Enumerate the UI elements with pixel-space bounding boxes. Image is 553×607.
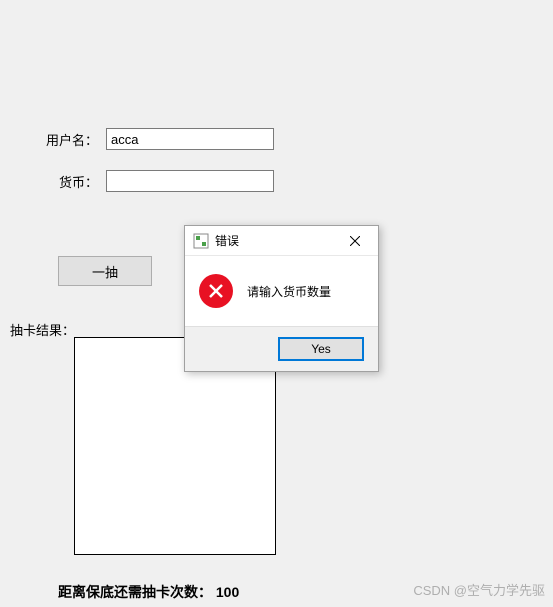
dialog-body: 请输入货币数量 (185, 256, 378, 326)
username-label: 用户名： (43, 130, 98, 149)
dialog-title: 错误 (215, 232, 336, 249)
close-icon[interactable] (336, 228, 374, 254)
currency-label: 货币： (43, 172, 98, 191)
username-input[interactable] (106, 128, 274, 150)
pity-counter-label: 距离保底还需抽卡次数： 100 (58, 582, 239, 602)
dialog-titlebar[interactable]: 错误 (185, 226, 378, 256)
watermark: CSDN @空气力学先驱 (413, 580, 545, 599)
dialog-message: 请输入货币数量 (247, 283, 331, 300)
result-label: 抽卡结果： (10, 320, 75, 339)
error-dialog: 错误 请输入货币数量 Yes (184, 225, 379, 372)
yes-button[interactable]: Yes (278, 337, 364, 361)
draw-button[interactable]: 一抽 (58, 256, 152, 286)
error-icon (199, 274, 233, 308)
app-icon (193, 233, 209, 249)
dialog-footer: Yes (185, 326, 378, 371)
currency-input[interactable] (106, 170, 274, 192)
